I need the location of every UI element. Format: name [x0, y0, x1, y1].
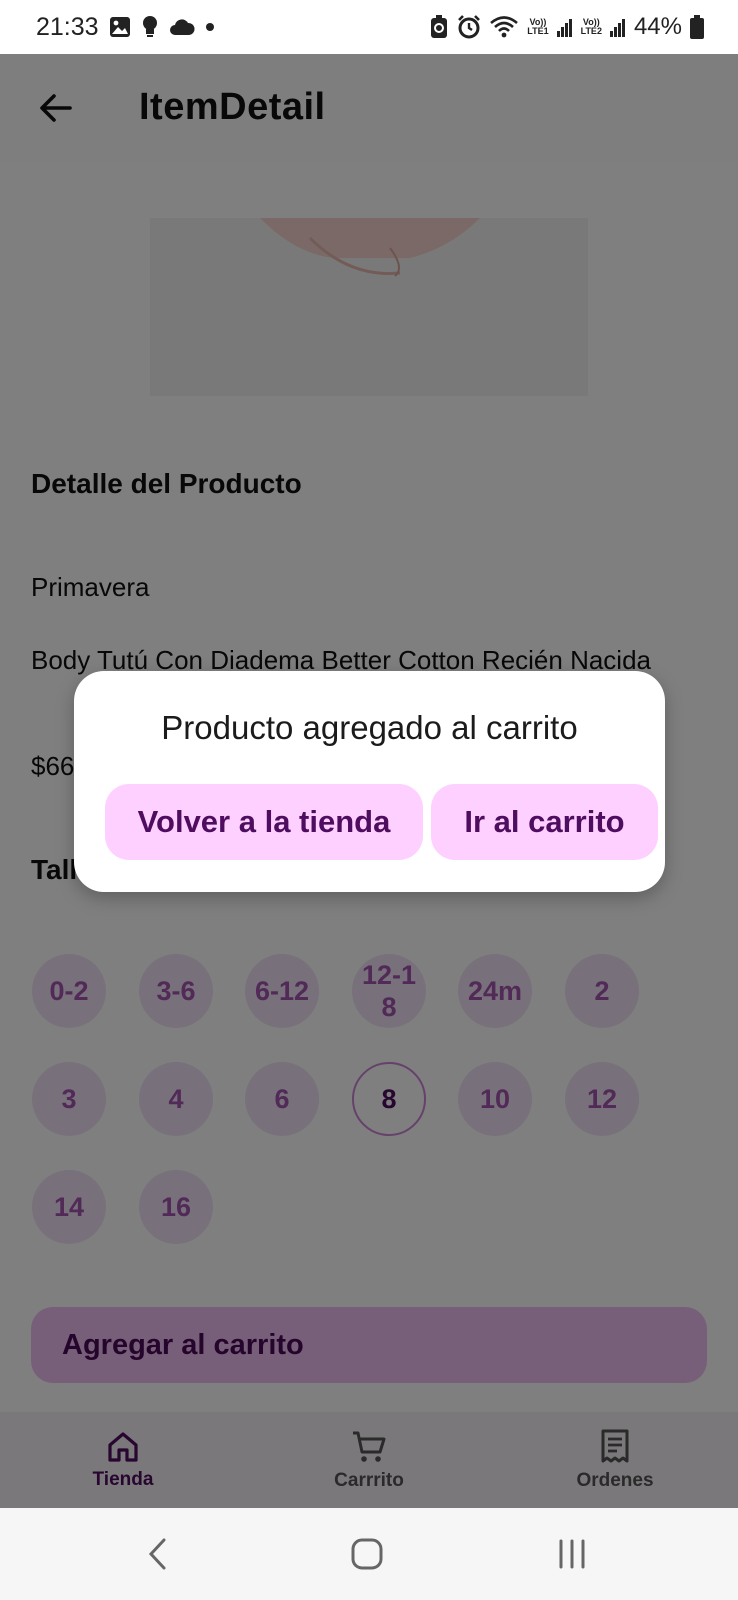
status-bar: 21:33 Vo)) LTE1 Vo)) LTE2 44% [0, 0, 738, 54]
system-back-button[interactable] [128, 1526, 188, 1582]
data-saver-icon [429, 15, 449, 39]
system-home-button[interactable] [337, 1526, 397, 1582]
recents-icon [559, 1539, 585, 1569]
cloud-icon [169, 18, 195, 36]
signal-icon [609, 17, 626, 37]
sim2-lte-icon: Vo)) LTE2 [580, 17, 602, 36]
notification-dot-icon [205, 22, 215, 32]
battery-icon [690, 15, 704, 39]
dialog-message: Producto agregado al carrito [161, 709, 578, 746]
chevron-left-icon [148, 1538, 166, 1570]
system-navigation-bar [0, 1508, 738, 1600]
battery-percent: 44% [633, 13, 682, 40]
lightbulb-icon [141, 15, 159, 39]
gallery-icon [109, 16, 131, 38]
wifi-icon [489, 15, 519, 39]
status-time: 21:33 [36, 12, 99, 41]
back-to-store-button[interactable]: Volver a la tienda [105, 784, 423, 860]
signal-icon [556, 17, 573, 37]
status-left: 21:33 [36, 13, 215, 42]
go-to-cart-button[interactable]: Ir al carrito [431, 784, 658, 860]
sim1-lte-icon: Vo)) LTE1 [527, 17, 549, 36]
system-recents-button[interactable] [542, 1526, 602, 1582]
home-square-icon [351, 1538, 383, 1570]
added-to-cart-dialog: Producto agregado al carrito Volver a la… [74, 671, 665, 892]
status-right: Vo)) LTE1 Vo)) LTE2 44% [429, 13, 704, 41]
alarm-icon [457, 15, 481, 39]
